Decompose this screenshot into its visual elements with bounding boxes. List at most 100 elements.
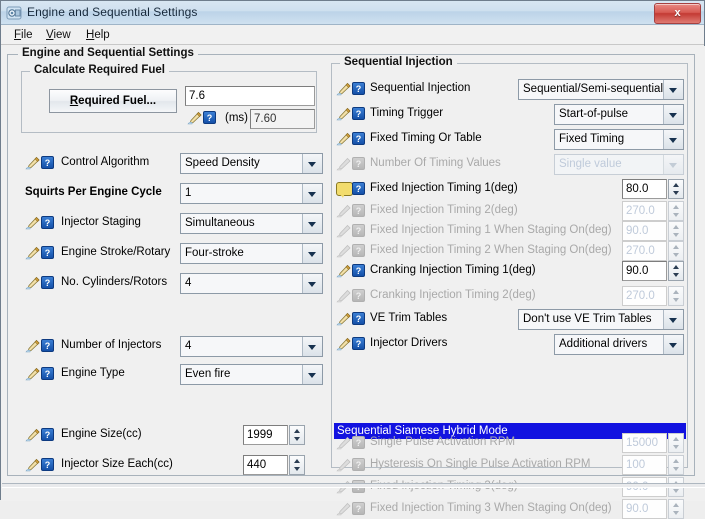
stepper-down-icon[interactable] bbox=[290, 465, 304, 474]
engine-size-cc-spinner-buttons[interactable] bbox=[289, 425, 305, 445]
pencil-icon[interactable] bbox=[25, 339, 41, 353]
fixed-injection-timing-1-deg-spinner-buttons[interactable] bbox=[668, 179, 684, 199]
help-icon[interactable]: ? bbox=[352, 337, 365, 350]
help-icon[interactable]: ? bbox=[352, 107, 365, 120]
chevron-down-icon[interactable] bbox=[302, 337, 322, 356]
stepper-down-icon[interactable] bbox=[290, 435, 304, 444]
required-fuel-computed: 7.60 bbox=[250, 109, 315, 129]
stepper-up-icon[interactable] bbox=[669, 262, 683, 271]
hysteresis-on-single-pulse-activation-rpm-spinner-value: 100 bbox=[622, 455, 667, 475]
pencil-icon[interactable] bbox=[25, 276, 41, 290]
timing-trigger-combo[interactable]: Start-of-pulse bbox=[554, 104, 684, 125]
single-pulse-activation-rpm-icons: ? bbox=[336, 435, 370, 451]
required-fuel-button[interactable]: Required Fuel... bbox=[49, 89, 177, 113]
injector-size-each-cc-spinner-buttons[interactable] bbox=[289, 455, 305, 475]
stepper-up-icon bbox=[669, 456, 683, 465]
close-button[interactable]: x bbox=[654, 3, 701, 24]
chevron-down-icon[interactable] bbox=[302, 184, 322, 203]
help-icon[interactable]: ? bbox=[352, 82, 365, 95]
chevron-down-icon[interactable] bbox=[663, 105, 683, 124]
injector-drivers-combo[interactable]: Additional drivers bbox=[554, 334, 684, 355]
chevron-down-icon[interactable] bbox=[663, 335, 683, 354]
engine-size-cc-spinner-value[interactable]: 1999 bbox=[243, 425, 288, 445]
cranking-injection-timing-1-deg-spinner-buttons[interactable] bbox=[668, 261, 684, 281]
chevron-down-icon[interactable] bbox=[302, 365, 322, 384]
pencil-icon[interactable] bbox=[25, 458, 41, 472]
engine-size-cc-label: Engine Size(cc) bbox=[61, 428, 142, 440]
chevron-down-icon[interactable] bbox=[302, 214, 322, 233]
stepper-down-icon bbox=[669, 211, 683, 220]
help-icon[interactable]: ? bbox=[41, 246, 54, 259]
stepper-down-icon[interactable] bbox=[669, 189, 683, 198]
engine-type-combo[interactable]: Even fire bbox=[180, 364, 323, 385]
engine-size-cc-spinner[interactable]: 1999 bbox=[243, 425, 305, 445]
pencil-icon[interactable] bbox=[336, 312, 352, 326]
stepper-down-icon bbox=[669, 465, 683, 474]
stepper-down-icon[interactable] bbox=[669, 271, 683, 280]
panel-title-fuel: Calculate Required Fuel bbox=[30, 64, 170, 76]
help-icon: ? bbox=[352, 289, 365, 302]
help-icon[interactable]: ? bbox=[203, 111, 216, 124]
no-cylinders-rotors-combo-value: 4 bbox=[181, 274, 302, 293]
help-icon[interactable]: ? bbox=[41, 276, 54, 289]
help-icon[interactable]: ? bbox=[352, 312, 365, 325]
stepper-up-icon[interactable] bbox=[290, 426, 304, 435]
pencil-icon[interactable] bbox=[336, 264, 352, 278]
hysteresis-on-single-pulse-activation-rpm-icons: ? bbox=[336, 457, 370, 473]
no-cylinders-rotors-combo[interactable]: 4 bbox=[180, 273, 323, 294]
help-icon: ? bbox=[352, 204, 365, 217]
pencil-icon[interactable] bbox=[25, 367, 41, 381]
pencil-icon[interactable] bbox=[336, 132, 352, 146]
pencil-icon[interactable] bbox=[336, 107, 352, 121]
help-icon[interactable]: ? bbox=[352, 182, 365, 195]
engine-stroke-rotary-combo-value: Four-stroke bbox=[181, 244, 302, 263]
help-icon[interactable]: ? bbox=[41, 216, 54, 229]
chevron-down-icon[interactable] bbox=[663, 130, 683, 149]
help-icon[interactable]: ? bbox=[41, 339, 54, 352]
help-icon[interactable]: ? bbox=[41, 428, 54, 441]
fixed-timing-or-table-combo[interactable]: Fixed Timing bbox=[554, 129, 684, 150]
sequential-injection-combo[interactable]: Sequential/Semi-sequential bbox=[518, 79, 684, 100]
pencil-icon[interactable] bbox=[336, 337, 352, 351]
stepper-up-icon[interactable] bbox=[290, 456, 304, 465]
pencil-icon[interactable] bbox=[336, 82, 352, 96]
help-icon[interactable]: ? bbox=[41, 458, 54, 471]
timing-trigger-icons: ? bbox=[336, 106, 370, 122]
chevron-down-icon[interactable] bbox=[663, 80, 683, 99]
pencil-icon[interactable] bbox=[25, 428, 41, 442]
pencil-icon[interactable] bbox=[25, 216, 41, 230]
help-icon[interactable]: ? bbox=[41, 367, 54, 380]
help-icon[interactable]: ? bbox=[352, 264, 365, 277]
sequential-injection-combo-value: Sequential/Semi-sequential bbox=[519, 80, 663, 99]
pencil-icon[interactable] bbox=[25, 246, 41, 260]
injector-size-each-cc-spinner[interactable]: 440 bbox=[243, 455, 305, 475]
stepper-up-icon[interactable] bbox=[669, 180, 683, 189]
chevron-down-icon[interactable] bbox=[302, 154, 322, 173]
chevron-down-icon[interactable] bbox=[302, 244, 322, 263]
injector-staging-combo[interactable]: Simultaneous bbox=[180, 213, 323, 234]
pencil-icon[interactable] bbox=[25, 156, 41, 170]
required-fuel-input[interactable]: 7.6 bbox=[185, 86, 315, 106]
fixed-injection-timing-1-deg-spinner-value[interactable]: 80.0 bbox=[622, 179, 667, 199]
row-engine-stroke-rotary: ? Engine Stroke/Rotary Four-stroke bbox=[21, 243, 323, 264]
chevron-down-icon[interactable] bbox=[663, 310, 683, 329]
fixed-injection-timing-1-deg-spinner[interactable]: 80.0 bbox=[622, 179, 684, 199]
injector-size-each-cc-spinner-value[interactable]: 440 bbox=[243, 455, 288, 475]
chevron-down-icon[interactable] bbox=[302, 274, 322, 293]
engine-stroke-rotary-combo[interactable]: Four-stroke bbox=[180, 243, 323, 264]
help-icon[interactable]: ? bbox=[41, 156, 54, 169]
squirts-per-engine-cycle-combo[interactable]: 1 bbox=[180, 183, 323, 204]
number-of-injectors-combo[interactable]: 4 bbox=[180, 336, 323, 357]
comment-bubble-icon[interactable] bbox=[336, 182, 353, 198]
menu-view[interactable]: View bbox=[41, 28, 76, 42]
menu-file[interactable]: File bbox=[9, 28, 38, 42]
help-icon[interactable]: ? bbox=[352, 132, 365, 145]
control-algorithm-combo[interactable]: Speed Density bbox=[180, 153, 323, 174]
cranking-injection-timing-1-deg-spinner[interactable]: 90.0 bbox=[622, 261, 684, 281]
ve-trim-tables-icons: ? bbox=[336, 311, 370, 327]
cranking-injection-timing-1-deg-spinner-value[interactable]: 90.0 bbox=[622, 261, 667, 281]
menu-help[interactable]: Help bbox=[81, 28, 115, 42]
row-sequential-injection: ? Sequential Injection Sequential/Semi-seq… bbox=[334, 79, 686, 100]
ve-trim-tables-combo[interactable]: Don't use VE Trim Tables bbox=[518, 309, 684, 330]
injector-staging-label: Injector Staging bbox=[61, 216, 141, 228]
